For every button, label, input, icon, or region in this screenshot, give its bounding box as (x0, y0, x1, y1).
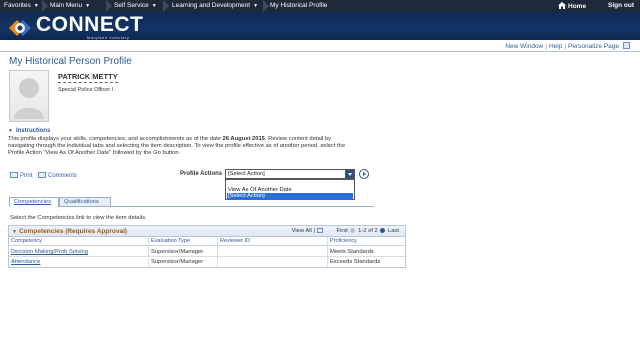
profile-actions-dropdown-list: View As Of Another Date [Select Action] (225, 179, 355, 200)
comments-label: Comments (48, 173, 78, 179)
select-hint-text: Select the Competencies link to view the… (10, 215, 147, 221)
print-link[interactable]: Print (10, 172, 32, 179)
learning-development-label: Learning and Development (172, 2, 251, 9)
personalize-page-link[interactable]: Personalize Page (568, 43, 619, 50)
app-logo-subtitle: Maryland Judiciary (87, 35, 130, 40)
column-divider (217, 237, 218, 267)
home-label: Home (568, 3, 587, 10)
sign-out-link[interactable]: Sign out (608, 2, 634, 9)
grid-title[interactable]: ▼ Competencies (Requires Approval) (12, 228, 127, 235)
profile-actions-select[interactable]: [Select Action] (225, 169, 355, 179)
person-name: PATRICK METTY (58, 72, 118, 83)
header-links: New Window | Help | Personalize Page (505, 42, 630, 50)
evaluation-type-cell: Supervisor/Manager (151, 249, 204, 255)
column-header-proficiency[interactable]: Proficiency (330, 238, 357, 246)
self-service-label: Self Service (114, 2, 149, 9)
page-options-icon[interactable] (623, 42, 630, 49)
instructions-date: 26 August 2015 (222, 136, 265, 142)
judiciary-seal-icon (9, 20, 31, 36)
tab-underline (9, 206, 374, 207)
comment-icon (38, 172, 46, 178)
chevron-down-icon: ▼ (253, 3, 259, 9)
person-job-title: Special Police Officer I (58, 87, 114, 93)
breadcrumb-current: My Historical Profile (270, 2, 328, 9)
grid-navigation: View All | First 1-2 of 2 Last (292, 228, 399, 234)
app-banner: CONNECT Maryland Judiciary (0, 12, 640, 40)
chevron-down-icon: ▼ (33, 3, 39, 9)
column-divider (148, 237, 149, 267)
person-silhouette-icon (14, 78, 44, 119)
table-row: Decision Making/Prob Solving Supervisor/… (9, 247, 405, 257)
self-service-menu[interactable]: Self Service ▼ (114, 2, 157, 9)
comments-link[interactable]: Comments (38, 172, 77, 179)
next-icon[interactable] (380, 228, 386, 233)
instructions-heading: Instructions (15, 128, 51, 134)
grid-title-label: Competencies (Requires Approval) (18, 228, 128, 235)
table-row: Attendance Supervisor/Manager Exceeds St… (9, 257, 405, 267)
chevron-down-icon: ▼ (85, 3, 91, 9)
nav-separator (106, 0, 112, 12)
header-divider (0, 51, 640, 52)
app-logo-text: CONNECT (36, 13, 144, 36)
favorites-label: Favorites (4, 2, 31, 9)
dropdown-option-select-action[interactable]: [Select Action] (227, 193, 353, 200)
home-icon (558, 2, 566, 9)
chevron-down-icon: ▼ (151, 3, 157, 9)
first-link[interactable]: First (337, 228, 348, 234)
last-link[interactable]: Last (388, 228, 399, 234)
print-label: Print (20, 173, 33, 179)
separator: | (311, 228, 315, 234)
favorites-menu[interactable]: Favorites ▼ (4, 2, 39, 9)
tab-competencies[interactable]: Competencies (9, 197, 59, 207)
collapse-triangle-icon: ▼ (12, 229, 17, 235)
evaluation-type-cell: Supervisor/Manager (151, 259, 204, 265)
proficiency-cell: Meets Standards (330, 249, 374, 255)
grid-zoom-icon[interactable] (316, 228, 323, 233)
column-header-reviewer-id[interactable]: Reviewer ID (220, 238, 250, 246)
home-link[interactable]: Home (558, 2, 586, 10)
instructions-text-before: This profile displays your skills, compe… (8, 136, 223, 142)
nav-separator (163, 0, 169, 12)
competency-link[interactable]: Attendance (11, 259, 40, 265)
new-window-link[interactable]: New Window (505, 43, 543, 50)
go-button[interactable] (359, 169, 369, 179)
view-all-link[interactable]: View All (292, 228, 312, 234)
help-link[interactable]: Help (549, 43, 562, 50)
dropdown-arrow-icon[interactable] (345, 170, 354, 178)
profile-actions-value: [Select Action] (228, 171, 265, 177)
profile-actions-label: Profile Actions (180, 171, 223, 177)
collapse-triangle-icon: ▼ (8, 128, 13, 134)
main-menu[interactable]: Main Menu ▼ (50, 2, 90, 9)
separator: | (545, 43, 547, 50)
grid-header: ▼ Competencies (Requires Approval) View A… (9, 226, 405, 237)
column-header-evaluation-type[interactable]: Evaluation Type (151, 238, 190, 246)
separator: | (564, 43, 567, 50)
grid-range: 1-2 of 2 (358, 228, 378, 234)
learning-development-menu[interactable]: Learning and Development ▼ (172, 2, 258, 9)
printer-icon (10, 172, 18, 178)
competencies-grid: ▼ Competencies (Requires Approval) View A… (8, 225, 406, 268)
column-divider (327, 237, 328, 267)
main-menu-label: Main Menu (50, 2, 83, 9)
top-navigation-bar: Favorites ▼ Main Menu ▼ Self Service ▼ Lear… (0, 0, 640, 12)
column-header-competency[interactable]: Competency (11, 238, 42, 246)
previous-icon[interactable] (350, 228, 356, 233)
page-title: My Historical Person Profile (9, 56, 132, 67)
competency-link[interactable]: Decision Making/Prob Solving (11, 249, 88, 255)
nav-separator (42, 0, 48, 12)
instructions-text: This profile displays your skills, compe… (8, 136, 353, 157)
avatar (9, 70, 49, 122)
proficiency-cell: Exceeds Standards (330, 259, 381, 265)
nav-separator (263, 0, 269, 12)
instructions-toggle[interactable]: ▼ Instructions (8, 128, 50, 134)
